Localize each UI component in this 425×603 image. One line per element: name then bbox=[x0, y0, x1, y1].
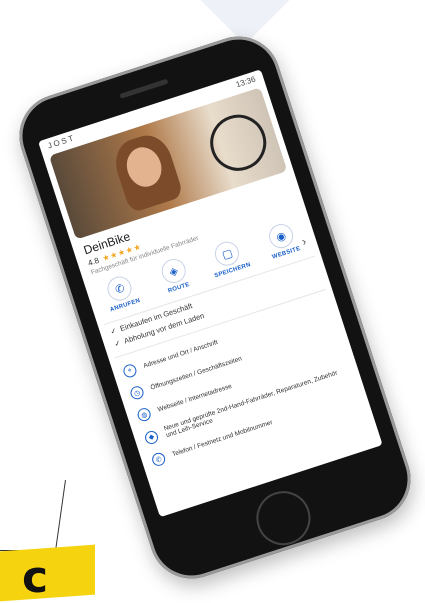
check-icon: ✓ bbox=[113, 338, 122, 349]
banner-glyph: c bbox=[22, 552, 49, 603]
check-icon: ✓ bbox=[109, 325, 118, 337]
phone-icon: ✆ bbox=[150, 451, 167, 468]
bicycle-wheel bbox=[202, 107, 274, 179]
call-button[interactable]: ✆ ANRUFEN bbox=[91, 269, 151, 316]
phone-icon: ✆ bbox=[104, 273, 135, 304]
call-label: ANRUFEN bbox=[109, 297, 142, 314]
globe-icon: ◉ bbox=[265, 221, 297, 252]
home-button[interactable] bbox=[249, 484, 318, 553]
bookmark-icon: ▢ bbox=[212, 238, 243, 269]
route-icon: ◈ bbox=[158, 255, 189, 287]
speaker-grille bbox=[119, 78, 169, 99]
phone-device: JOST 13:36 DeinBike 4.8 ★★★★★ Fachgeschä… bbox=[8, 25, 422, 590]
save-button[interactable]: ▢ SPEICHERN bbox=[199, 234, 259, 281]
route-button[interactable]: ◈ ROUTE bbox=[145, 252, 205, 299]
website-label: WEBSITE bbox=[271, 245, 302, 261]
globe-icon: ◍ bbox=[135, 406, 153, 423]
tag-icon: ◆ bbox=[143, 428, 160, 446]
route-label: ROUTE bbox=[167, 281, 191, 295]
location-pin-icon: ⌖ bbox=[121, 362, 139, 380]
status-time: 13:36 bbox=[234, 74, 257, 90]
phone-screen: JOST 13:36 DeinBike 4.8 ★★★★★ Fachgeschä… bbox=[38, 69, 383, 518]
clock-icon: ◷ bbox=[128, 384, 146, 401]
background-box bbox=[0, 480, 66, 551]
